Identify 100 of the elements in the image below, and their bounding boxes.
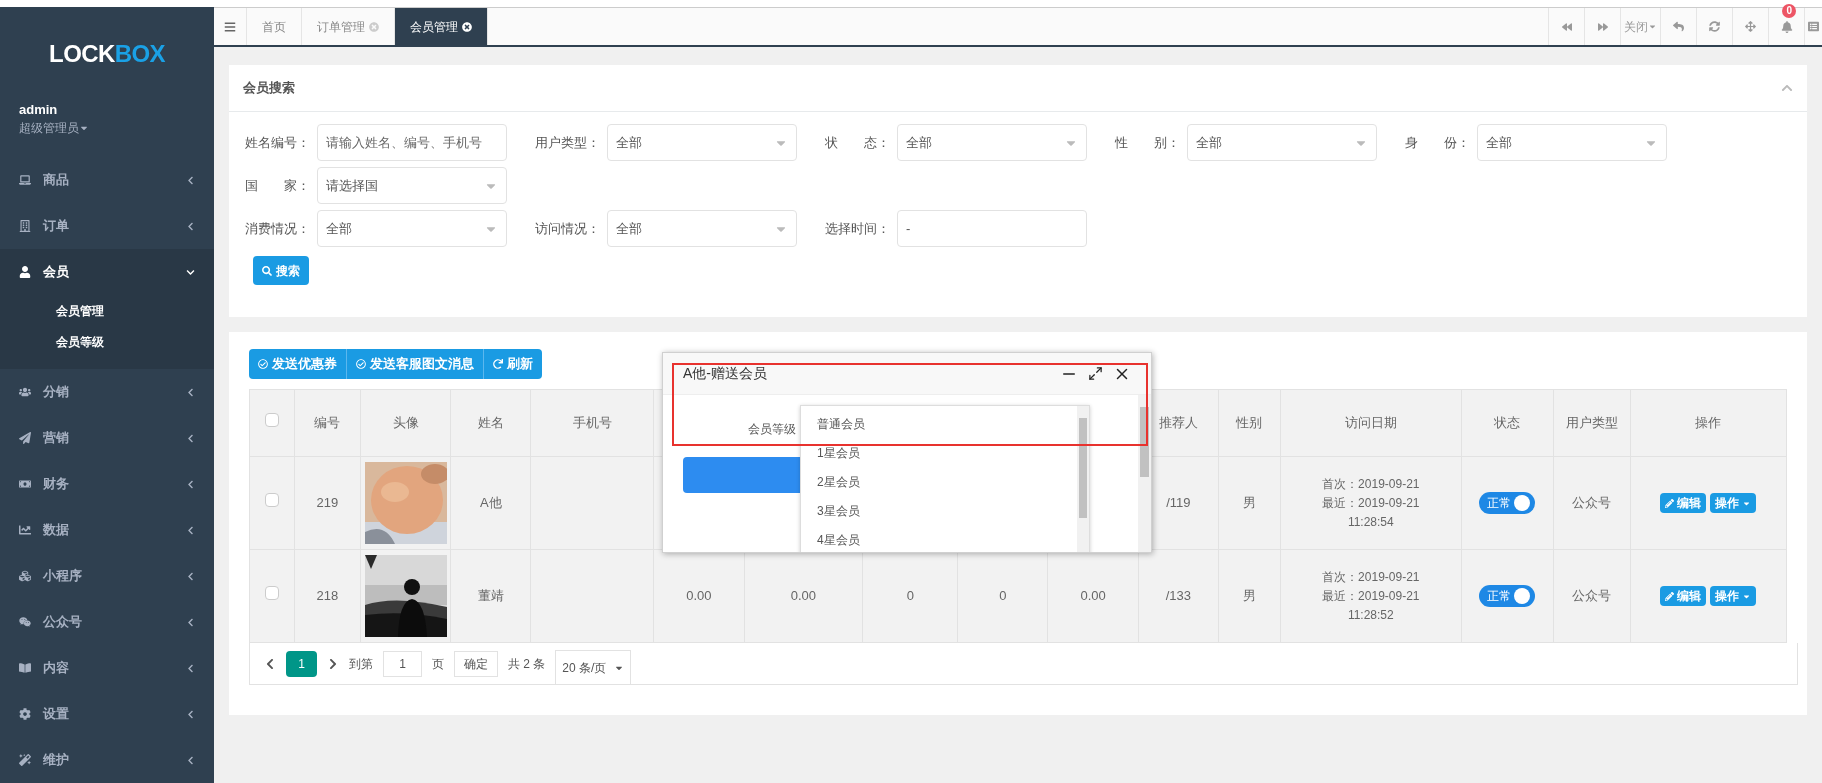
search-icon	[262, 265, 272, 276]
field-label: 会员等级	[748, 421, 796, 438]
field-label: 访问情况：	[535, 219, 601, 238]
maximize-icon[interactable]	[1088, 366, 1103, 381]
select-field[interactable]: 全部	[607, 210, 797, 247]
user-role-dropdown[interactable]: 超级管理员	[19, 119, 195, 137]
checkbox[interactable]	[264, 413, 279, 428]
field-label: 国 家：	[245, 176, 311, 195]
toolbar-button[interactable]: 刷新	[484, 349, 542, 379]
bell-icon	[1780, 20, 1793, 33]
sidebar-item[interactable]: 数据	[0, 507, 214, 553]
checkbox[interactable]	[264, 586, 279, 601]
sidebar-item[interactable]: 内容	[0, 645, 214, 691]
sidebar-subitem[interactable]: 会员管理	[0, 295, 214, 326]
sidebar-subitem[interactable]: 会员等级	[0, 326, 214, 357]
previous-page-icon[interactable]	[264, 657, 276, 670]
collapse-icon[interactable]	[1781, 82, 1793, 94]
dropdown-option[interactable]: 1星会员	[817, 445, 860, 460]
field-label: 姓名编号：	[245, 133, 311, 152]
sidebar-item[interactable]: 商品	[0, 157, 214, 203]
dropdown-option[interactable]: 2星会员	[817, 474, 860, 489]
column-header: 手机号	[572, 415, 612, 431]
banknote-icon	[19, 478, 31, 490]
select-field[interactable]: 请选择国	[317, 167, 507, 204]
tab[interactable]: 首页	[247, 8, 302, 45]
column-header: 操作	[1695, 415, 1722, 431]
table-cell: 0.00	[1080, 588, 1106, 604]
pencil-icon	[1665, 591, 1675, 601]
toolbar-button[interactable]: 发送优惠券	[249, 349, 347, 379]
refresh-icon	[1709, 21, 1720, 32]
search-button[interactable]: 搜索	[253, 256, 309, 285]
visit-date-text: 首次：2019-09-21	[1322, 475, 1420, 493]
confirm-button[interactable]: 确定	[454, 650, 498, 677]
dropdown-option[interactable]: 普通会员	[817, 416, 865, 431]
status-toggle[interactable]: 正常	[1479, 492, 1536, 514]
status-toggle[interactable]: 正常	[1479, 585, 1536, 607]
sidebar-item[interactable]: 设置	[0, 691, 214, 737]
sidebar-item[interactable]: 分销	[0, 369, 214, 415]
checkbox[interactable]	[264, 493, 279, 508]
chevron-left-icon	[186, 709, 195, 719]
notification-badge: 0	[1782, 4, 1796, 18]
gear-icon	[19, 708, 31, 720]
operation-dropdown-button[interactable]: 操作	[1710, 586, 1757, 606]
chevron-left-icon	[186, 221, 195, 231]
reply-icon	[1673, 21, 1684, 32]
table-cell: /133	[1165, 588, 1191, 604]
select-field[interactable]: 全部	[1477, 124, 1667, 161]
sidebar-item[interactable]: 公众号	[0, 599, 214, 645]
close-icon[interactable]	[462, 21, 472, 32]
sidebar-item[interactable]: 营销	[0, 415, 214, 461]
wand-icon	[19, 754, 31, 766]
sidebar-item[interactable]: 财务	[0, 461, 214, 507]
close-menu-button[interactable]: 关闭	[1620, 8, 1660, 45]
next-page-icon[interactable]	[327, 657, 339, 670]
page-size-select[interactable]: 20 条/页	[555, 650, 632, 684]
panel-title: 会员搜索	[243, 79, 295, 98]
field-label: 选择时间：	[825, 219, 891, 238]
page-input[interactable]: 1	[383, 650, 422, 677]
edit-button[interactable]: 编辑	[1660, 493, 1707, 513]
select-field[interactable]: 全部	[317, 210, 507, 247]
chevron-left-icon	[186, 387, 195, 397]
table-cell: 218	[316, 588, 339, 604]
refresh-icon	[493, 359, 503, 369]
page-button[interactable]: 1	[286, 650, 317, 677]
select-field[interactable]: 全部	[607, 124, 797, 161]
scrollbar[interactable]	[1138, 395, 1151, 552]
sidebar-item[interactable]: 会员	[0, 249, 214, 295]
line-chart-icon	[19, 524, 31, 536]
notification-button[interactable]: 0	[1768, 8, 1804, 45]
table-cell: 219	[316, 495, 339, 511]
select-field[interactable]: 全部	[1187, 124, 1377, 161]
sidebar-item[interactable]: 订单	[0, 203, 214, 249]
paper-plane-icon	[19, 432, 31, 444]
field-label: 状 态：	[825, 133, 891, 152]
pencil-icon	[1665, 498, 1675, 508]
edit-button[interactable]: 编辑	[1660, 586, 1707, 606]
table-cell: 公众号	[1572, 588, 1612, 604]
sidebar-item[interactable]: 维护	[0, 737, 214, 783]
move-icon	[1745, 21, 1756, 32]
column-header: 用户类型	[1565, 415, 1618, 431]
dropdown-option[interactable]: 3星会员	[817, 503, 860, 518]
input-field[interactable]: 请输入姓名、编号、手机号	[317, 124, 507, 161]
field-label: 身 份：	[1405, 133, 1471, 152]
table-cell: 男	[1242, 588, 1256, 604]
operation-dropdown-button[interactable]: 操作	[1710, 493, 1757, 513]
user-name: admin	[19, 100, 59, 119]
scrollbar[interactable]	[1077, 406, 1089, 552]
dropdown-option[interactable]: 4星会员	[817, 532, 860, 547]
input-field[interactable]: -	[897, 210, 1087, 247]
tab[interactable]: 会员管理	[395, 8, 488, 45]
field-label: 消费情况：	[245, 219, 311, 238]
column-header: 性别	[1236, 415, 1263, 431]
column-header: 编号	[314, 415, 341, 431]
select-field[interactable]: 全部	[897, 124, 1087, 161]
toolbar-button[interactable]: 发送客服图文消息	[347, 349, 484, 379]
building-icon	[19, 220, 31, 232]
visit-date-text: 最近：2019-09-21	[1322, 587, 1420, 605]
chat-bubbles-icon	[19, 616, 31, 628]
sidebar-item[interactable]: 小程序	[0, 553, 214, 599]
list-button[interactable]	[1804, 8, 1822, 45]
